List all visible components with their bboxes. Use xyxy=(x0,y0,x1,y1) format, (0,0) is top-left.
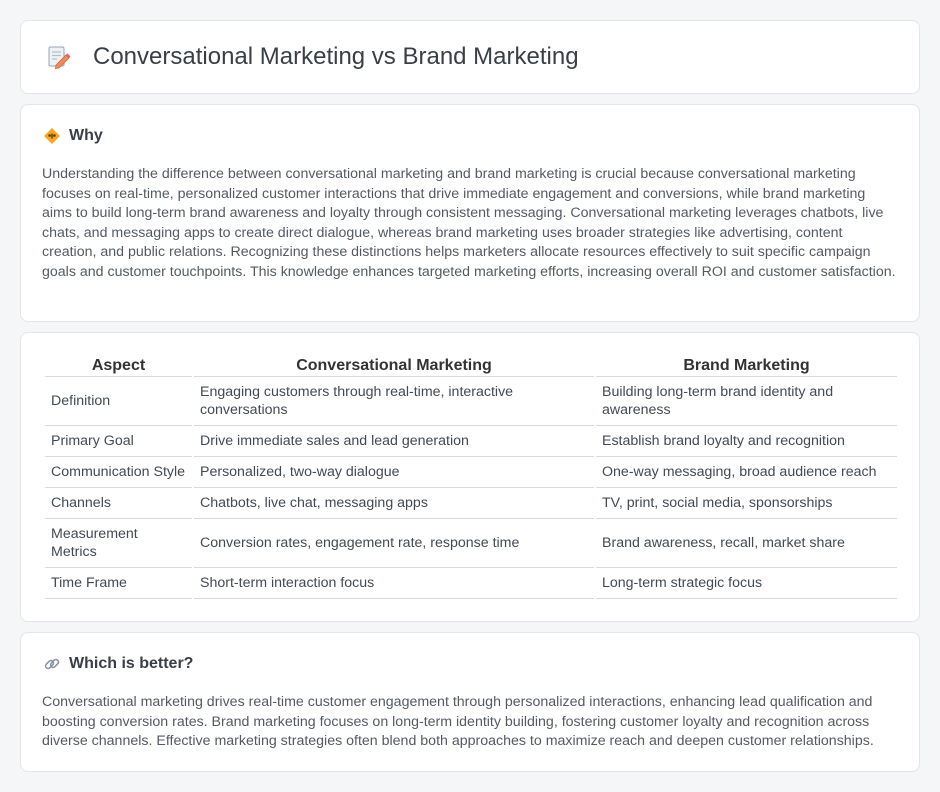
comparison-table: Aspect Conversational Marketing Brand Ma… xyxy=(43,355,899,599)
table-cell-brand: One-way messaging, broad audience reach xyxy=(596,457,897,488)
table-cell-aspect: Time Frame xyxy=(45,568,192,599)
table-row: Primary Goal Drive immediate sales and l… xyxy=(45,426,897,457)
table-cell-aspect: Primary Goal xyxy=(45,426,192,457)
better-header: Which is better? xyxy=(43,655,193,673)
better-heading: Which is better? xyxy=(69,655,194,672)
table-header-row: Aspect Conversational Marketing Brand Ma… xyxy=(45,355,897,377)
title-row: Conversational Marketing vs Brand Market… xyxy=(45,43,579,71)
document-pencil-icon xyxy=(45,44,71,70)
table-row: Definition Engaging customers through re… xyxy=(45,377,897,426)
table-cell-brand: TV, print, social media, sponsorships xyxy=(596,488,897,519)
table-cell-brand: Brand awareness, recall, market share xyxy=(596,519,897,568)
table-cell-brand: Building long-term brand identity and aw… xyxy=(596,377,897,426)
table-cell-brand: Long-term strategic focus xyxy=(596,568,897,599)
table-cell-conversational: Chatbots, live chat, messaging apps xyxy=(194,488,594,519)
title-card: Conversational Marketing vs Brand Market… xyxy=(20,20,920,94)
why-card: Why Understanding the difference between… xyxy=(20,104,920,322)
better-paragraph: Conversational marketing drives real-tim… xyxy=(42,694,874,749)
table-cell-aspect: Communication Style xyxy=(45,457,192,488)
link-icon xyxy=(43,655,61,673)
header-conversational: Conversational Marketing xyxy=(194,355,594,377)
comparison-card: Aspect Conversational Marketing Brand Ma… xyxy=(20,332,920,622)
page-title: Conversational Marketing vs Brand Market… xyxy=(93,43,579,70)
table-row: Communication Style Personalized, two-wa… xyxy=(45,457,897,488)
table-cell-conversational: Personalized, two-way dialogue xyxy=(194,457,594,488)
table-cell-conversational: Drive immediate sales and lead generatio… xyxy=(194,426,594,457)
table-cell-conversational: Conversion rates, engagement rate, respo… xyxy=(194,519,594,568)
table-row: Measurement Metrics Conversion rates, en… xyxy=(45,519,897,568)
table-row: Time Frame Short-term interaction focus … xyxy=(45,568,897,599)
why-header: Why xyxy=(43,127,103,145)
why-paragraph: Understanding the difference between con… xyxy=(42,166,896,280)
better-card: Which is better? Conversational marketin… xyxy=(20,632,920,772)
table-cell-conversational: Short-term interaction focus xyxy=(194,568,594,599)
table-cell-aspect: Measurement Metrics xyxy=(45,519,192,568)
table-cell-conversational: Engaging customers through real-time, in… xyxy=(194,377,594,426)
header-aspect: Aspect xyxy=(45,355,192,377)
table-row: Channels Chatbots, live chat, messaging … xyxy=(45,488,897,519)
table-cell-aspect: Definition xyxy=(45,377,192,426)
diamond-sign-icon xyxy=(43,127,61,145)
header-brand: Brand Marketing xyxy=(596,355,897,377)
why-heading: Why xyxy=(69,127,103,144)
table-cell-brand: Establish brand loyalty and recognition xyxy=(596,426,897,457)
table-cell-aspect: Channels xyxy=(45,488,192,519)
